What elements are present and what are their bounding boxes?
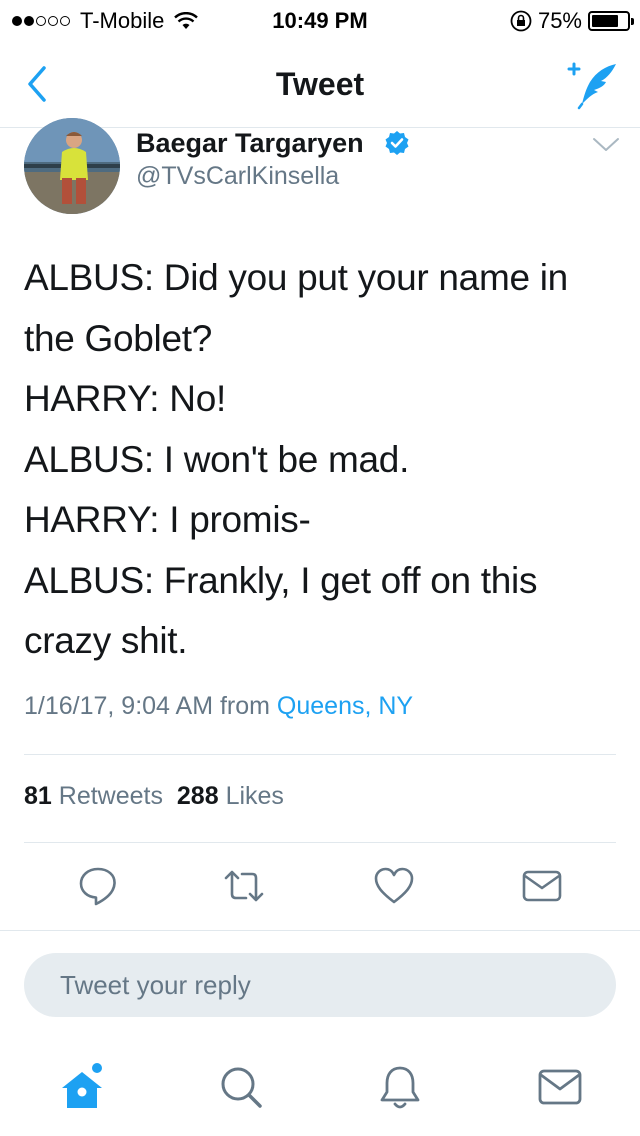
tweet-text-line: ALBUS: Did you put your name in	[24, 257, 568, 298]
heart-icon[interactable]	[372, 864, 416, 908]
chevron-down-icon[interactable]	[592, 136, 620, 154]
messages-envelope-icon[interactable]	[536, 1062, 584, 1112]
retweet-icon[interactable]	[222, 864, 266, 908]
tweet-text-line: ALBUS: Frankly, I get off on this	[24, 559, 538, 601]
tweet-text: ALBUS: Did you put your name in the Gobl…	[24, 248, 624, 672]
battery-icon	[588, 11, 634, 31]
verified-badge-icon	[385, 131, 409, 155]
author-name[interactable]: Baegar Targaryen	[136, 128, 364, 159]
tweet-text-line: HARRY: No!	[24, 378, 226, 419]
reply-input[interactable]: Tweet your reply	[24, 953, 616, 1017]
timestamp-text: 1/16/17, 9:04 AM from	[24, 692, 277, 720]
retweets-label[interactable]: Retweets	[59, 782, 163, 810]
battery-fill	[592, 15, 618, 27]
retweets-count[interactable]: 81	[24, 782, 52, 810]
tweet-actions	[0, 864, 640, 908]
tweet-text-line: HARRY: I promis-	[24, 499, 311, 540]
avatar[interactable]	[24, 118, 120, 214]
direct-message-icon[interactable]	[520, 864, 564, 908]
author-handle[interactable]: @TVsCarlKinsella	[136, 162, 339, 191]
status-right: 75%	[510, 8, 634, 34]
likes-count[interactable]: 288	[177, 782, 219, 810]
search-icon[interactable]	[216, 1062, 264, 1112]
rotation-lock-icon	[510, 10, 532, 32]
divider	[24, 754, 616, 755]
likes-label[interactable]: Likes	[226, 782, 284, 810]
tab-bar	[0, 1040, 640, 1136]
home-icon[interactable]	[58, 1062, 106, 1112]
battery-percentage: 75%	[537, 8, 582, 33]
reply-placeholder: Tweet your reply	[60, 970, 251, 1000]
reply-icon[interactable]	[76, 864, 120, 908]
battery-nub	[631, 18, 634, 25]
tweet-text-line: ALBUS: I won't be mad.	[24, 438, 410, 480]
nav-bar: Tweet	[0, 40, 640, 128]
location-link[interactable]: Queens, NY	[277, 692, 413, 720]
tweet-stats: 81 Retweets 288 Likes	[24, 782, 284, 811]
status-bar: T-Mobile 10:49 PM 75%	[0, 0, 640, 40]
tweet-text-line: the Goblet?	[24, 317, 213, 359]
divider	[24, 842, 616, 843]
divider	[0, 930, 640, 931]
tweet-timestamp: 1/16/17, 9:04 AM from Queens, NY	[24, 692, 413, 721]
tweet-text-line: crazy shit.	[24, 620, 188, 661]
compose-tweet-icon[interactable]	[566, 58, 620, 110]
notifications-bell-icon[interactable]	[376, 1062, 424, 1112]
avatar-image	[24, 118, 120, 214]
page-title: Tweet	[275, 66, 365, 102]
